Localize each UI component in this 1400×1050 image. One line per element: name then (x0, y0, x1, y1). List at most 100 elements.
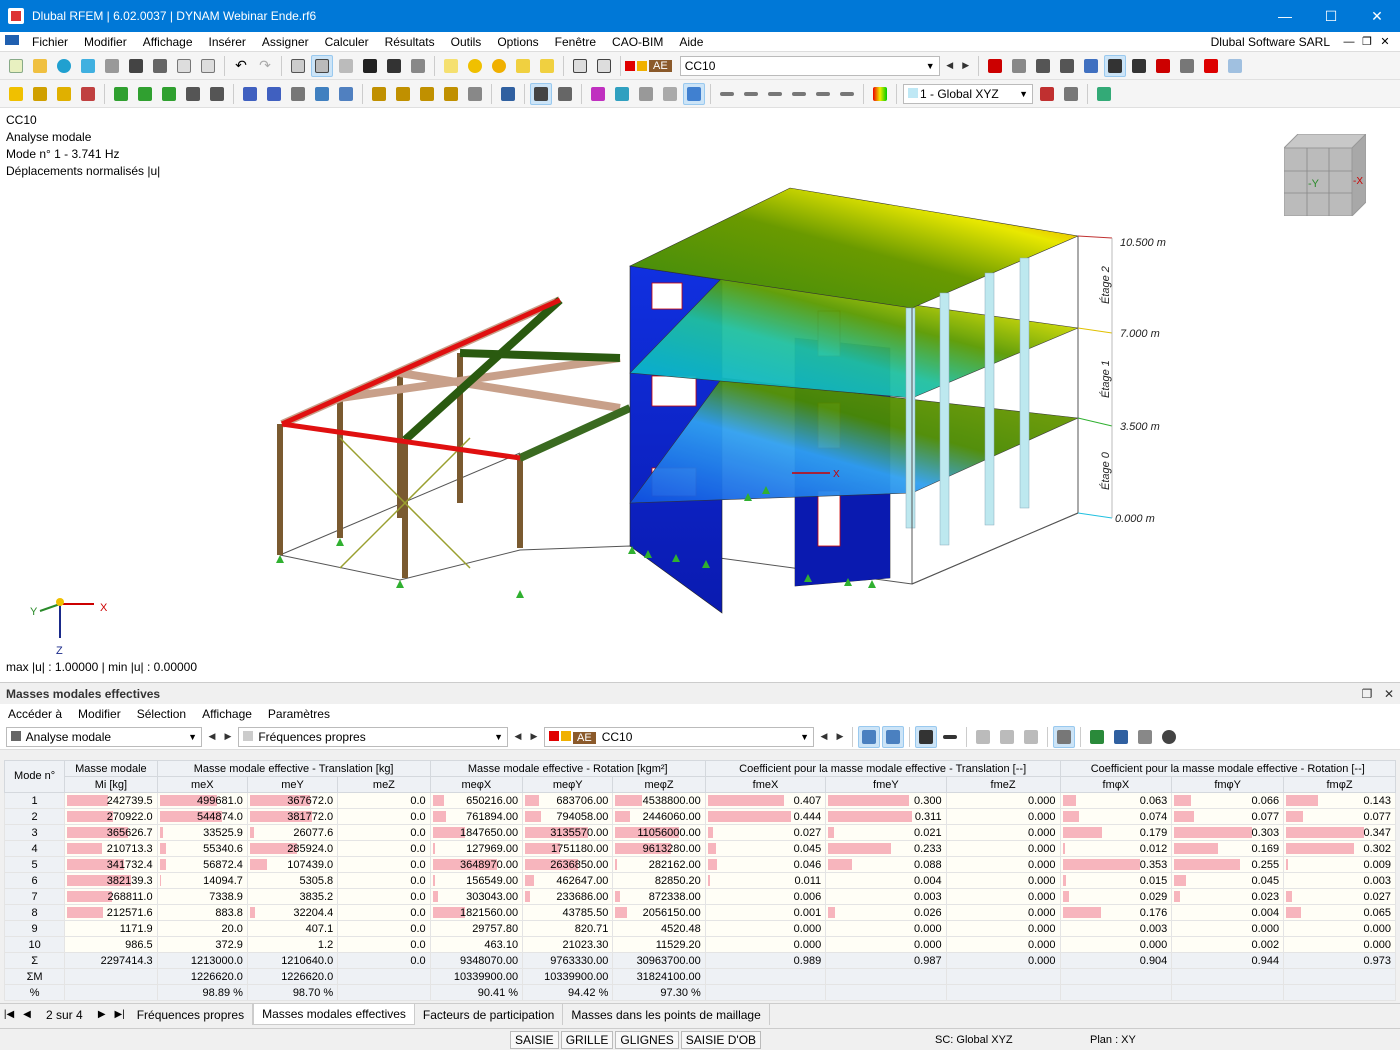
table-cell[interactable]: 7338.9 (156, 888, 248, 905)
table-cell[interactable]: 0.077 (1171, 808, 1285, 825)
filter-funnel-icon[interactable] (497, 83, 519, 105)
grid-table-icon[interactable] (311, 54, 333, 77)
table-cell[interactable] (64, 984, 158, 1001)
col-group-rotation[interactable]: Masse modale effective - Rotation [kgm²] (429, 760, 706, 777)
menu-item[interactable]: Insérer (201, 35, 254, 49)
table-cell[interactable]: 382139.3 (64, 872, 158, 889)
table-cell[interactable]: 31824100.00 (612, 968, 706, 985)
table-cell[interactable]: 0.004 (1171, 904, 1285, 921)
select-multi-icon[interactable] (53, 83, 75, 105)
table-cell[interactable]: 4538800.00 (612, 792, 706, 809)
table-row[interactable]: 10 986.5 372.9 1.2 0.0 463.10 21023.30 11529.20… (3, 936, 1396, 953)
table-cell[interactable]: 3135570.00 (522, 824, 614, 841)
table-cell[interactable]: 94.42 % (522, 984, 614, 1001)
menu-item[interactable]: Modifier (76, 35, 135, 49)
table-row[interactable]: 2 270922.0 544874.0 381772.0 0.0 761894.00 794… (3, 808, 1396, 825)
table-cell[interactable]: 872338.00 (612, 888, 706, 905)
table-row[interactable]: % 98.89 % 98.70 % 90.41 % 94.42 % 97.30 % (3, 984, 1396, 1001)
draw-line-icon[interactable] (464, 55, 486, 77)
table-cell[interactable]: 0.0 (337, 824, 431, 841)
table-cell[interactable]: 0.088 (825, 856, 947, 873)
prev-analysis-button[interactable]: ◀ (204, 728, 220, 746)
draw-surface-icon[interactable] (440, 55, 462, 77)
table-row[interactable]: 8 212571.6 883.8 32204.4 0.0 1821560.00 43785.… (3, 904, 1396, 921)
table-cell[interactable]: 3835.2 (246, 888, 339, 905)
view-settings-icon[interactable] (1093, 83, 1115, 105)
table-cell[interactable]: 0.944 (1171, 952, 1285, 969)
col-header[interactable]: fmeZ (945, 776, 1061, 793)
text-icon[interactable] (536, 55, 558, 77)
table-cell[interactable]: 0.989 (704, 952, 827, 969)
col-header[interactable]: fmeY (825, 776, 947, 793)
col-group-coef-rotation[interactable]: Coefficient pour la masse modale effecti… (1059, 760, 1397, 777)
support-icon[interactable] (110, 83, 132, 105)
table-cell[interactable]: 0.074 (1059, 808, 1173, 825)
prev-panel-case-button[interactable]: ◀ (816, 728, 832, 746)
table-cell[interactable]: 0.023 (1171, 888, 1285, 905)
section-icon[interactable] (512, 55, 534, 77)
select-line-icon[interactable] (29, 83, 51, 105)
table-cell[interactable]: 0.143 (1283, 792, 1396, 809)
filter-icon[interactable] (984, 55, 1006, 77)
table-cell[interactable]: 29757.80 (429, 920, 524, 937)
table-cell[interactable]: 0.000 (945, 840, 1061, 857)
free-load-icon[interactable] (440, 83, 462, 105)
table-cell[interactable]: 499681.0 (156, 792, 248, 809)
menu-item[interactable]: Aide (671, 35, 711, 49)
tab-mesh-point-masses[interactable]: Masses dans les points de maillage (563, 1004, 770, 1025)
menu-item[interactable]: Calculer (317, 35, 377, 49)
table-cell[interactable]: 0.000 (825, 920, 947, 937)
line-style-2-icon[interactable] (740, 83, 762, 105)
member-icon[interactable] (239, 83, 261, 105)
table-cell[interactable]: 0.029 (1059, 888, 1173, 905)
coordinate-system-select[interactable]: 1 - Global XYZ ▼ (903, 83, 1033, 104)
table-cell[interactable]: 82850.20 (612, 872, 706, 889)
table-cell[interactable]: 0.063 (1059, 792, 1173, 809)
menu-item[interactable]: Fenêtre (547, 35, 604, 49)
table-icon[interactable] (287, 55, 309, 77)
table-row[interactable]: 3 365626.7 33525.9 26077.6 0.0 1847650.00 3135… (3, 824, 1396, 841)
table-cell[interactable]: 683706.00 (522, 792, 614, 809)
table-cell[interactable]: 0.012 (1059, 840, 1173, 857)
last-page-button[interactable]: ▶| (111, 1004, 129, 1025)
table-cell[interactable]: 0.000 (1171, 920, 1285, 937)
col-header[interactable]: meX (156, 776, 248, 793)
view-3d-icon[interactable] (1224, 55, 1246, 77)
table-cell[interactable]: 0.0 (337, 808, 431, 825)
table-cell[interactable]: 303043.00 (429, 888, 524, 905)
relation-icon[interactable] (882, 725, 904, 748)
table-cell[interactable]: 0.347 (1283, 824, 1396, 841)
table-cell[interactable]: 0.0 (337, 872, 431, 889)
table-cell[interactable]: 11056000.00 (612, 824, 706, 841)
report-icon[interactable] (173, 55, 195, 77)
table-cell[interactable]: 365626.7 (64, 824, 158, 841)
menu-item[interactable]: Fichier (24, 35, 76, 49)
table-cell[interactable]: 0.0 (337, 888, 431, 905)
section-results-icon[interactable] (1152, 55, 1174, 77)
render-wire-icon[interactable] (554, 83, 576, 105)
table-cell[interactable]: 0.077 (1283, 808, 1396, 825)
table-cell[interactable]: 0.444 (704, 808, 827, 825)
table-cell[interactable]: 2297414.3 (64, 952, 158, 969)
diagram-icon[interactable] (1176, 55, 1198, 77)
select-icon[interactable] (5, 83, 27, 105)
next-analysis-button[interactable]: ▶ (220, 728, 236, 746)
table-cell[interactable]: 3648970.00 (429, 856, 524, 873)
col-header[interactable]: meY (246, 776, 339, 793)
table-cell[interactable]: 0.045 (704, 840, 827, 857)
table-cell[interactable]: 9763330.00 (522, 952, 614, 969)
result-type-select[interactable]: Fréquences propres ▼ (238, 726, 508, 747)
table-cell[interactable]: 2446060.00 (612, 808, 706, 825)
tab-effective-masses[interactable]: Masses modales effectives (253, 1004, 415, 1025)
3d-viewport[interactable]: CC10 Analyse modale Mode n° 1 - 3.741 Hz… (0, 108, 1400, 682)
table-cell[interactable]: 0.003 (1283, 872, 1396, 889)
table-cell[interactable]: 1847650.00 (429, 824, 524, 841)
tab-participation-factors[interactable]: Facteurs de participation (415, 1004, 564, 1025)
table-cell[interactable] (337, 984, 431, 1001)
help-icon[interactable] (1158, 726, 1180, 748)
column-insert-icon[interactable] (996, 726, 1018, 748)
table-cell[interactable]: 0.000 (1283, 920, 1396, 937)
table-cell[interactable] (1059, 968, 1173, 985)
table-cell[interactable]: 21023.30 (522, 936, 614, 953)
table-cell[interactable]: 0.302 (1283, 840, 1396, 857)
